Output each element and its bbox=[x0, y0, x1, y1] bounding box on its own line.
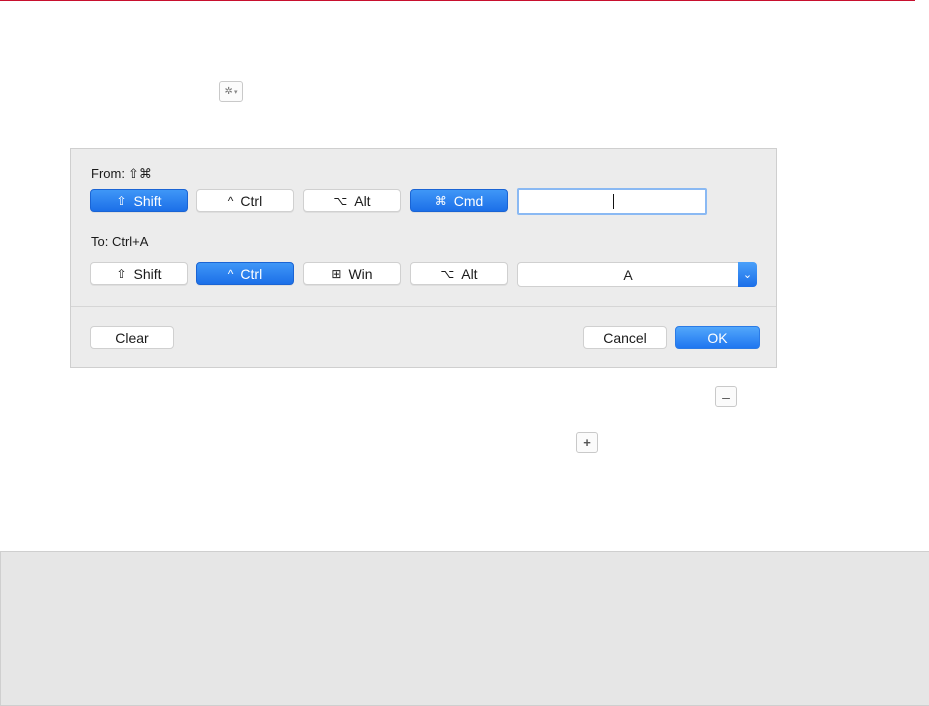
clear-button[interactable]: Clear bbox=[90, 326, 174, 349]
from-label: From: ⇧⌘ bbox=[91, 166, 152, 181]
control-icon: ^ bbox=[227, 193, 234, 208]
text-cursor bbox=[613, 194, 614, 209]
chevron-down-icon: ▾ bbox=[233, 88, 238, 96]
from-alt-toggle[interactable]: ⌥ Alt bbox=[303, 189, 401, 212]
top-divider bbox=[0, 0, 915, 1]
shift-icon: ⇧ bbox=[116, 266, 127, 281]
to-label: To: Ctrl+A bbox=[91, 234, 149, 249]
shift-icon: ⇧ bbox=[116, 193, 127, 208]
to-shift-toggle[interactable]: ⇧ Shift bbox=[90, 262, 188, 285]
add-button[interactable]: + bbox=[576, 432, 598, 453]
option-icon: ⌥ bbox=[440, 266, 455, 281]
cancel-button[interactable]: Cancel bbox=[583, 326, 667, 349]
to-key-select[interactable]: A ⌄ bbox=[517, 262, 757, 287]
gear-icon: ✲ bbox=[224, 86, 233, 97]
bottom-panel bbox=[0, 551, 929, 706]
chevron-down-icon[interactable]: ⌄ bbox=[738, 262, 757, 287]
to-key-select-value: A bbox=[623, 266, 633, 283]
from-ctrl-toggle[interactable]: ^ Ctrl bbox=[196, 189, 294, 212]
command-icon: ⌘ bbox=[434, 193, 447, 208]
from-cmd-toggle[interactable]: ⌘ Cmd bbox=[410, 189, 508, 212]
dialog-divider bbox=[71, 306, 776, 307]
gear-menu-button[interactable]: ✲ ▾ bbox=[219, 81, 243, 102]
windows-icon: ⊞ bbox=[331, 266, 342, 281]
shortcut-mapping-dialog: From: ⇧⌘ ⇧ Shift ^ Ctrl ⌥ Alt ⌘ Cmd To: Ctrl+… bbox=[70, 148, 777, 368]
to-win-toggle[interactable]: ⊞ Win bbox=[303, 262, 401, 285]
from-shift-toggle[interactable]: ⇧ Shift bbox=[90, 189, 188, 212]
option-icon: ⌥ bbox=[333, 193, 348, 208]
control-icon: ^ bbox=[227, 266, 234, 281]
ok-button[interactable]: OK bbox=[675, 326, 760, 349]
from-modifier-symbols: ⇧⌘ bbox=[127, 166, 152, 181]
to-alt-toggle[interactable]: ⌥ Alt bbox=[410, 262, 508, 285]
remove-button[interactable]: – bbox=[715, 386, 737, 407]
from-key-input[interactable] bbox=[517, 188, 707, 215]
to-ctrl-toggle[interactable]: ^ Ctrl bbox=[196, 262, 294, 285]
